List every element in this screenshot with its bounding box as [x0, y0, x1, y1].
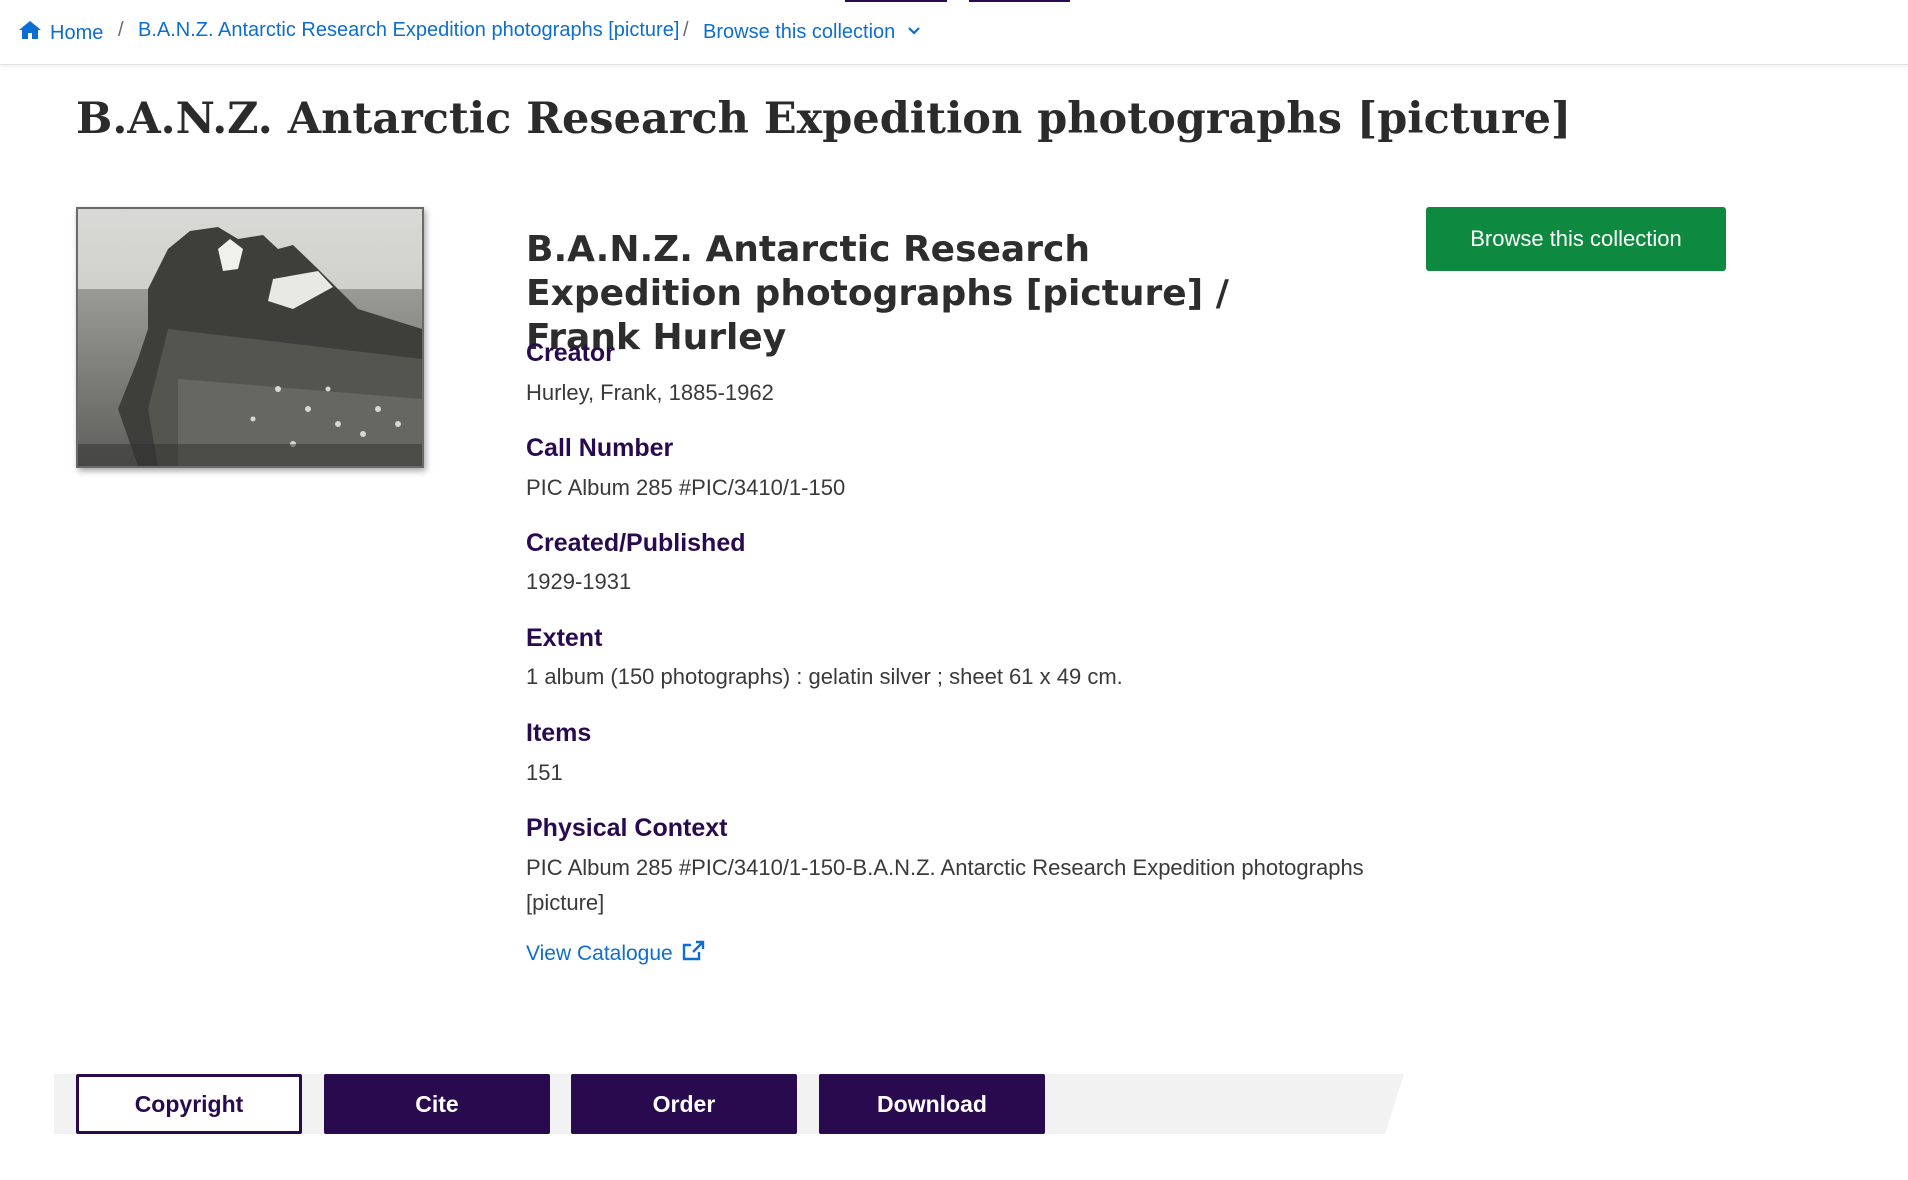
call-number-label: Call Number: [526, 434, 674, 462]
cite-button[interactable]: Cite: [324, 1074, 550, 1134]
order-button[interactable]: Order: [571, 1074, 797, 1134]
browse-collection-button[interactable]: Browse this collection: [1426, 207, 1726, 271]
download-button[interactable]: Download: [819, 1074, 1045, 1134]
external-link-icon: [681, 940, 705, 968]
collection-thumbnail[interactable]: [76, 207, 424, 468]
breadcrumb-home-label: Home: [50, 21, 104, 44]
view-catalogue-label: View Catalogue: [526, 942, 673, 965]
items-label: Items: [526, 719, 592, 747]
extent-label: Extent: [526, 624, 603, 652]
breadcrumb-separator: /: [683, 19, 689, 41]
breadcrumb-browse-dropdown[interactable]: Browse this collection: [703, 19, 921, 44]
breadcrumb-separator: /: [118, 19, 124, 41]
created-published-label: Created/Published: [526, 529, 746, 557]
call-number-value: PIC Album 285 #PIC/3410/1-150: [526, 475, 846, 500]
record-heading: B.A.N.Z. Antarctic Research Expedition p…: [526, 229, 1229, 358]
extent-value: 1 album (150 photographs) : gelatin silv…: [526, 664, 1123, 689]
view-catalogue-link[interactable]: View Catalogue: [526, 940, 705, 968]
physical-context-value: PIC Album 285 #PIC/3410/1-150-B.A.N.Z. A…: [526, 855, 1364, 915]
breadcrumb-home-link[interactable]: Home: [18, 19, 103, 47]
creator-value: Hurley, Frank, 1885-1962: [526, 380, 774, 405]
copyright-button[interactable]: Copyright: [76, 1074, 302, 1134]
created-published-value: 1929-1931: [526, 569, 632, 594]
items-value: 151: [526, 760, 563, 785]
chevron-down-icon: [907, 19, 921, 42]
home-icon: [18, 19, 42, 47]
breadcrumb-browse-label: Browse this collection: [703, 21, 896, 43]
creator-label: Creator: [526, 339, 615, 367]
physical-context-label: Physical Context: [526, 814, 728, 842]
page-title: B.A.N.Z. Antarctic Research Expedition p…: [76, 94, 1572, 144]
breadcrumb: Home / B.A.N.Z. Antarctic Research Exped…: [0, 0, 1908, 65]
breadcrumb-collection-link[interactable]: B.A.N.Z. Antarctic Research Expedition p…: [138, 19, 679, 42]
